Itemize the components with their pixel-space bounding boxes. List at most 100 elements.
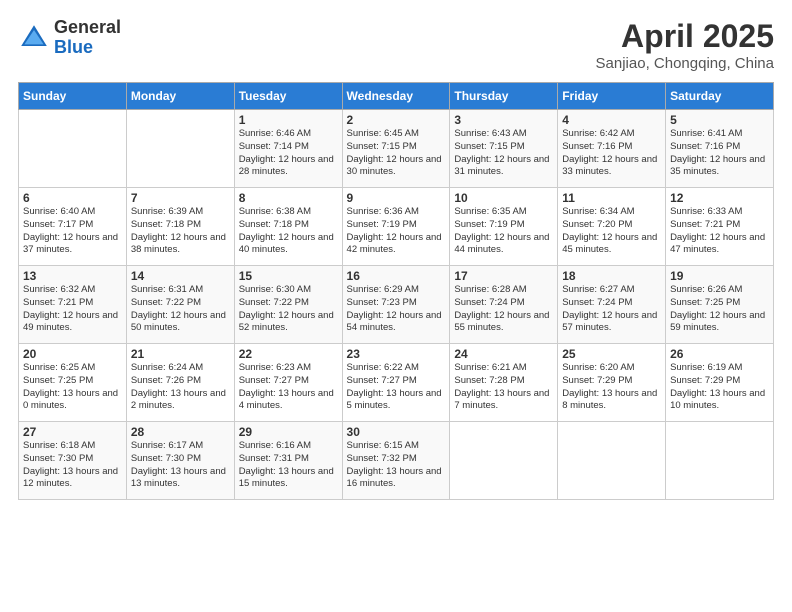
day-cell: 4Sunrise: 6:42 AM Sunset: 7:16 PM Daylig… (558, 110, 666, 188)
day-number: 8 (239, 191, 338, 205)
week-row-5: 27Sunrise: 6:18 AM Sunset: 7:30 PM Dayli… (19, 422, 774, 500)
logo-icon (18, 22, 50, 54)
day-cell: 7Sunrise: 6:39 AM Sunset: 7:18 PM Daylig… (126, 188, 234, 266)
day-number: 24 (454, 347, 553, 361)
day-info: Sunrise: 6:21 AM Sunset: 7:28 PM Dayligh… (454, 362, 553, 413)
day-cell: 21Sunrise: 6:24 AM Sunset: 7:26 PM Dayli… (126, 344, 234, 422)
day-info: Sunrise: 6:19 AM Sunset: 7:29 PM Dayligh… (670, 362, 769, 413)
week-row-3: 13Sunrise: 6:32 AM Sunset: 7:21 PM Dayli… (19, 266, 774, 344)
logo-general: General (54, 18, 121, 38)
day-number: 16 (347, 269, 446, 283)
day-info: Sunrise: 6:20 AM Sunset: 7:29 PM Dayligh… (562, 362, 661, 413)
day-cell: 28Sunrise: 6:17 AM Sunset: 7:30 PM Dayli… (126, 422, 234, 500)
day-cell: 19Sunrise: 6:26 AM Sunset: 7:25 PM Dayli… (666, 266, 774, 344)
day-info: Sunrise: 6:36 AM Sunset: 7:19 PM Dayligh… (347, 206, 446, 257)
logo: General Blue (18, 18, 121, 58)
day-cell: 8Sunrise: 6:38 AM Sunset: 7:18 PM Daylig… (234, 188, 342, 266)
day-number: 1 (239, 113, 338, 127)
header-cell-wednesday: Wednesday (342, 83, 450, 110)
day-info: Sunrise: 6:34 AM Sunset: 7:20 PM Dayligh… (562, 206, 661, 257)
day-info: Sunrise: 6:40 AM Sunset: 7:17 PM Dayligh… (23, 206, 122, 257)
header-cell-monday: Monday (126, 83, 234, 110)
week-row-2: 6Sunrise: 6:40 AM Sunset: 7:17 PM Daylig… (19, 188, 774, 266)
day-info: Sunrise: 6:45 AM Sunset: 7:15 PM Dayligh… (347, 128, 446, 179)
day-number: 5 (670, 113, 769, 127)
day-cell (19, 110, 127, 188)
day-cell (558, 422, 666, 500)
day-cell (666, 422, 774, 500)
day-cell: 25Sunrise: 6:20 AM Sunset: 7:29 PM Dayli… (558, 344, 666, 422)
day-info: Sunrise: 6:26 AM Sunset: 7:25 PM Dayligh… (670, 284, 769, 335)
day-cell (126, 110, 234, 188)
day-info: Sunrise: 6:17 AM Sunset: 7:30 PM Dayligh… (131, 440, 230, 491)
day-number: 13 (23, 269, 122, 283)
header-cell-friday: Friday (558, 83, 666, 110)
day-cell: 26Sunrise: 6:19 AM Sunset: 7:29 PM Dayli… (666, 344, 774, 422)
day-cell: 22Sunrise: 6:23 AM Sunset: 7:27 PM Dayli… (234, 344, 342, 422)
day-cell: 9Sunrise: 6:36 AM Sunset: 7:19 PM Daylig… (342, 188, 450, 266)
day-number: 4 (562, 113, 661, 127)
logo-text: General Blue (54, 18, 121, 58)
day-number: 28 (131, 425, 230, 439)
day-info: Sunrise: 6:28 AM Sunset: 7:24 PM Dayligh… (454, 284, 553, 335)
day-number: 23 (347, 347, 446, 361)
calendar-table: SundayMondayTuesdayWednesdayThursdayFrid… (18, 82, 774, 500)
title-block: April 2025 Sanjiao, Chongqing, China (596, 18, 774, 72)
day-cell: 13Sunrise: 6:32 AM Sunset: 7:21 PM Dayli… (19, 266, 127, 344)
day-info: Sunrise: 6:18 AM Sunset: 7:30 PM Dayligh… (23, 440, 122, 491)
calendar-title: April 2025 (596, 18, 774, 55)
day-number: 14 (131, 269, 230, 283)
day-info: Sunrise: 6:38 AM Sunset: 7:18 PM Dayligh… (239, 206, 338, 257)
day-number: 25 (562, 347, 661, 361)
day-cell: 23Sunrise: 6:22 AM Sunset: 7:27 PM Dayli… (342, 344, 450, 422)
day-number: 20 (23, 347, 122, 361)
day-cell: 14Sunrise: 6:31 AM Sunset: 7:22 PM Dayli… (126, 266, 234, 344)
day-info: Sunrise: 6:30 AM Sunset: 7:22 PM Dayligh… (239, 284, 338, 335)
day-info: Sunrise: 6:16 AM Sunset: 7:31 PM Dayligh… (239, 440, 338, 491)
day-cell: 5Sunrise: 6:41 AM Sunset: 7:16 PM Daylig… (666, 110, 774, 188)
day-cell: 10Sunrise: 6:35 AM Sunset: 7:19 PM Dayli… (450, 188, 558, 266)
day-number: 22 (239, 347, 338, 361)
day-cell: 17Sunrise: 6:28 AM Sunset: 7:24 PM Dayli… (450, 266, 558, 344)
logo-blue: Blue (54, 38, 121, 58)
day-cell: 3Sunrise: 6:43 AM Sunset: 7:15 PM Daylig… (450, 110, 558, 188)
day-number: 30 (347, 425, 446, 439)
day-info: Sunrise: 6:24 AM Sunset: 7:26 PM Dayligh… (131, 362, 230, 413)
calendar-subtitle: Sanjiao, Chongqing, China (596, 55, 774, 72)
day-number: 2 (347, 113, 446, 127)
day-cell: 11Sunrise: 6:34 AM Sunset: 7:20 PM Dayli… (558, 188, 666, 266)
day-number: 15 (239, 269, 338, 283)
day-cell: 30Sunrise: 6:15 AM Sunset: 7:32 PM Dayli… (342, 422, 450, 500)
day-cell: 29Sunrise: 6:16 AM Sunset: 7:31 PM Dayli… (234, 422, 342, 500)
day-cell: 1Sunrise: 6:46 AM Sunset: 7:14 PM Daylig… (234, 110, 342, 188)
header-row: SundayMondayTuesdayWednesdayThursdayFrid… (19, 83, 774, 110)
day-info: Sunrise: 6:39 AM Sunset: 7:18 PM Dayligh… (131, 206, 230, 257)
header-cell-saturday: Saturday (666, 83, 774, 110)
day-info: Sunrise: 6:46 AM Sunset: 7:14 PM Dayligh… (239, 128, 338, 179)
day-cell: 12Sunrise: 6:33 AM Sunset: 7:21 PM Dayli… (666, 188, 774, 266)
day-number: 17 (454, 269, 553, 283)
day-number: 21 (131, 347, 230, 361)
day-number: 6 (23, 191, 122, 205)
week-row-4: 20Sunrise: 6:25 AM Sunset: 7:25 PM Dayli… (19, 344, 774, 422)
day-info: Sunrise: 6:41 AM Sunset: 7:16 PM Dayligh… (670, 128, 769, 179)
day-cell: 6Sunrise: 6:40 AM Sunset: 7:17 PM Daylig… (19, 188, 127, 266)
day-cell: 16Sunrise: 6:29 AM Sunset: 7:23 PM Dayli… (342, 266, 450, 344)
day-cell: 15Sunrise: 6:30 AM Sunset: 7:22 PM Dayli… (234, 266, 342, 344)
week-row-1: 1Sunrise: 6:46 AM Sunset: 7:14 PM Daylig… (19, 110, 774, 188)
day-cell: 24Sunrise: 6:21 AM Sunset: 7:28 PM Dayli… (450, 344, 558, 422)
day-info: Sunrise: 6:43 AM Sunset: 7:15 PM Dayligh… (454, 128, 553, 179)
day-number: 19 (670, 269, 769, 283)
day-info: Sunrise: 6:35 AM Sunset: 7:19 PM Dayligh… (454, 206, 553, 257)
day-info: Sunrise: 6:32 AM Sunset: 7:21 PM Dayligh… (23, 284, 122, 335)
day-cell: 20Sunrise: 6:25 AM Sunset: 7:25 PM Dayli… (19, 344, 127, 422)
day-info: Sunrise: 6:31 AM Sunset: 7:22 PM Dayligh… (131, 284, 230, 335)
day-info: Sunrise: 6:23 AM Sunset: 7:27 PM Dayligh… (239, 362, 338, 413)
header-cell-tuesday: Tuesday (234, 83, 342, 110)
day-info: Sunrise: 6:42 AM Sunset: 7:16 PM Dayligh… (562, 128, 661, 179)
day-number: 29 (239, 425, 338, 439)
day-info: Sunrise: 6:22 AM Sunset: 7:27 PM Dayligh… (347, 362, 446, 413)
day-number: 27 (23, 425, 122, 439)
header: General Blue April 2025 Sanjiao, Chongqi… (18, 18, 774, 72)
day-number: 3 (454, 113, 553, 127)
